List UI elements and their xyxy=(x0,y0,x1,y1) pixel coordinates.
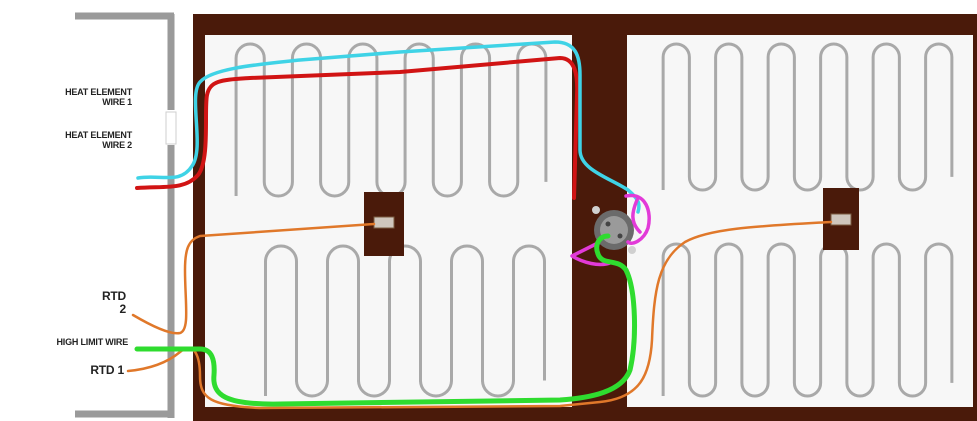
label-layer: HEAT ELEMENT WIRE 1 HEAT ELEMENT WIRE 2 … xyxy=(56,87,133,377)
heat-element-wire-2-label: HEAT ELEMENT WIRE 2 xyxy=(65,130,132,150)
rtd-1-label: RTD 1 xyxy=(90,363,124,377)
rtd-2-label: RTD 2 xyxy=(101,289,126,317)
heater-wiring-diagram: HEAT ELEMENT WIRE 1 HEAT ELEMENT WIRE 2 … xyxy=(56,12,977,421)
high-limit-wire-label: HIGH LIMIT WIRE xyxy=(56,337,129,347)
heat-element-wire-1-label: HEAT ELEMENT WIRE 1 xyxy=(65,87,132,107)
